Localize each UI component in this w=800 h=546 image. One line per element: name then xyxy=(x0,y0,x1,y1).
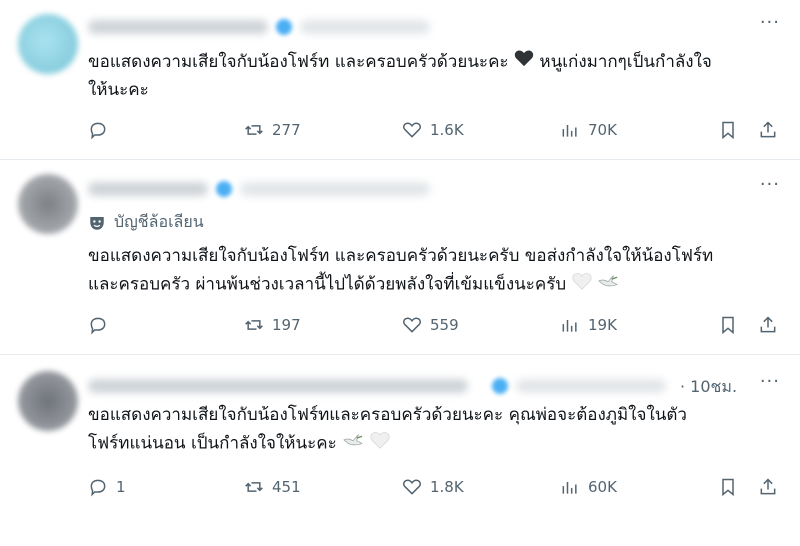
heart-icon xyxy=(403,479,421,495)
bookmark-icon xyxy=(722,478,734,497)
tweet[interactable]: · 10ชม. ··· ขอแสดงความเสียใจกับน้องโฟร์ท… xyxy=(0,355,800,546)
share-icon xyxy=(760,316,776,333)
tweet[interactable]: ··· ขอแสดงความเสียใจกับน้องโฟร์ท และครอบ… xyxy=(0,0,800,160)
bookmark-button[interactable] xyxy=(718,120,738,140)
reply-button[interactable]: 1 xyxy=(88,477,126,497)
view-count: 19K xyxy=(588,316,617,334)
like-button[interactable]: 559 xyxy=(402,315,459,335)
retweet-button[interactable]: 197 xyxy=(244,315,301,335)
tweet-actions: 1 451 1.8K 60K xyxy=(88,477,788,501)
verified-badge-icon xyxy=(216,181,232,197)
reply-icon xyxy=(90,122,106,140)
views-button[interactable]: 19K xyxy=(560,315,617,335)
dove-icon xyxy=(342,429,364,458)
views-button[interactable]: 70K xyxy=(560,120,617,140)
tweet-timestamp[interactable]: · 10ชม. xyxy=(680,375,737,400)
author-handle[interactable] xyxy=(240,182,430,196)
more-options-button[interactable]: ··· xyxy=(760,371,780,392)
retweet-icon xyxy=(245,125,263,135)
tweet-actions: 197 559 19K xyxy=(88,315,788,339)
verified-badge-icon xyxy=(492,378,508,394)
like-count: 1.6K xyxy=(430,121,464,139)
retweet-count: 277 xyxy=(272,121,301,139)
timeline-feed: ··· ขอแสดงความเสียใจกับน้องโฟร์ท และครอบ… xyxy=(0,0,800,546)
tweet-text-line: หนูเก่งมากๆเป็นกำลังใจ xyxy=(539,52,712,72)
like-button[interactable]: 1.6K xyxy=(402,120,464,140)
parody-account-label[interactable]: บัญชีล้อเลียน xyxy=(88,210,204,235)
parody-mask-icon xyxy=(90,216,104,230)
avatar[interactable] xyxy=(18,14,78,74)
share-icon xyxy=(760,121,776,138)
tweet-text-line: ขอแสดงความเสียใจกับน้องโฟร์ท และครอบครัว… xyxy=(88,246,714,266)
share-icon xyxy=(760,478,776,495)
author-handle[interactable] xyxy=(300,20,430,34)
dove-icon xyxy=(597,270,619,299)
reply-count: 1 xyxy=(116,478,126,496)
retweet-button[interactable]: 277 xyxy=(244,120,301,140)
parody-label-text: บัญชีล้อเลียน xyxy=(114,212,204,231)
views-button[interactable]: 60K xyxy=(560,477,617,497)
verified-badge-icon xyxy=(276,19,292,35)
white-heart-icon xyxy=(572,271,592,299)
views-chart-icon xyxy=(562,320,577,332)
like-count: 559 xyxy=(430,316,459,334)
bookmark-button[interactable] xyxy=(718,477,738,497)
author-name[interactable] xyxy=(88,20,268,34)
author-handle[interactable] xyxy=(516,379,666,393)
tweet-actions: 277 1.6K 70K xyxy=(88,120,788,144)
retweet-icon xyxy=(245,482,263,492)
tweet-text: ขอแสดงความเสียใจกับน้องโฟร์ทและครอบครัวด… xyxy=(88,401,768,458)
like-count: 1.8K xyxy=(430,478,464,496)
bookmark-icon xyxy=(722,121,734,140)
heart-icon xyxy=(403,122,421,138)
white-heart-icon xyxy=(369,430,390,458)
author-name[interactable] xyxy=(88,379,468,393)
reply-button[interactable] xyxy=(88,315,116,335)
reply-icon xyxy=(90,479,106,497)
share-button[interactable] xyxy=(758,315,778,335)
views-chart-icon xyxy=(562,125,577,137)
view-count: 70K xyxy=(588,121,617,139)
tweet-text-line: ขอแสดงความเสียใจกับน้องโฟร์ท และครอบครัว… xyxy=(88,52,509,72)
tweet[interactable]: ··· บัญชีล้อเลียน ขอแสดงความเสียใจกับน้อ… xyxy=(0,160,800,355)
tweet-text-line: ให้นะคะ xyxy=(88,80,149,100)
author-name[interactable] xyxy=(88,182,208,196)
share-button[interactable] xyxy=(758,477,778,497)
views-chart-icon xyxy=(562,482,577,494)
retweet-count: 451 xyxy=(272,478,301,496)
more-options-button[interactable]: ··· xyxy=(760,174,780,195)
tweet-text-line: โฟร์ทแน่นอน เป็นกำลังใจให้นะคะ xyxy=(88,433,337,454)
share-button[interactable] xyxy=(758,120,778,140)
bookmark-button[interactable] xyxy=(718,315,738,335)
reply-icon xyxy=(90,317,106,335)
tweet-text-line: และครอบครัว ผ่านพ้นช่วงเวลานี้ไปได้ด้วยพ… xyxy=(88,274,567,295)
retweet-icon xyxy=(245,320,263,330)
view-count: 60K xyxy=(588,478,617,496)
tweet-text-line: ขอแสดงความเสียใจกับน้องโฟร์ทและครอบครัวด… xyxy=(88,405,687,425)
tweet-text: ขอแสดงความเสียใจกับน้องโฟร์ท และครอบครัว… xyxy=(88,48,768,104)
bookmark-icon xyxy=(722,316,734,335)
black-heart-icon xyxy=(514,48,534,76)
heart-icon xyxy=(403,317,421,333)
retweet-button[interactable]: 451 xyxy=(244,477,301,497)
like-button[interactable]: 1.8K xyxy=(402,477,464,497)
more-options-button[interactable]: ··· xyxy=(760,12,780,33)
tweet-text: ขอแสดงความเสียใจกับน้องโฟร์ท และครอบครัว… xyxy=(88,242,768,299)
avatar[interactable] xyxy=(18,174,78,234)
reply-button[interactable] xyxy=(88,120,116,140)
retweet-count: 197 xyxy=(272,316,301,334)
avatar[interactable] xyxy=(18,371,78,431)
